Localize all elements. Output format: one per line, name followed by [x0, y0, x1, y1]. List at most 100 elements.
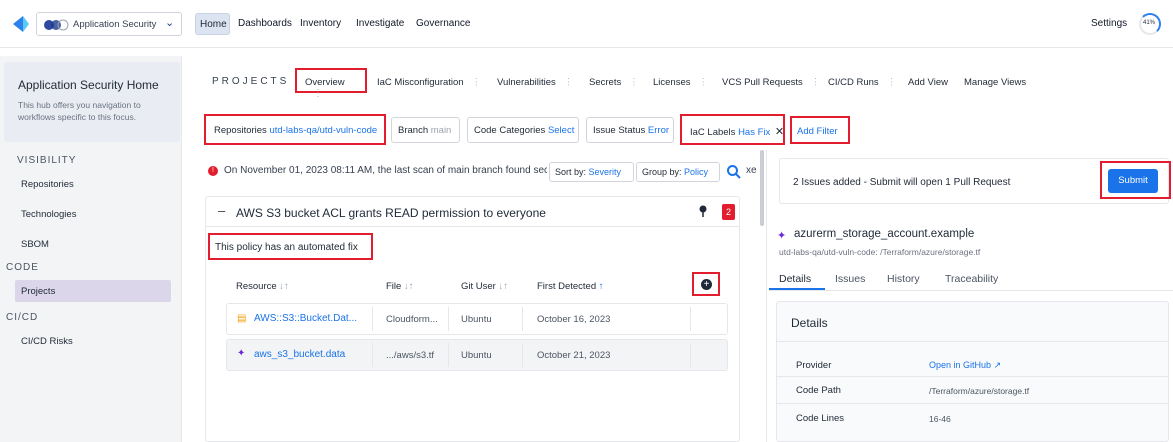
sort-value: Severity [588, 167, 622, 177]
column-header-resource[interactable]: Resource ↓↑ [236, 281, 289, 292]
tab-secrets[interactable]: Secrets ⋮ [589, 77, 639, 88]
tab-iac-misconfiguration[interactable]: IaC Misconfiguration ⋮ [377, 77, 481, 88]
issue-count: 2 [725, 207, 731, 217]
group-dropdown[interactable]: Group by: Policy [636, 162, 720, 182]
tab-licenses-label: Licenses [653, 77, 691, 88]
nav-inventory[interactable]: Inventory [300, 18, 341, 29]
workspace-icon [44, 19, 69, 31]
group-value: Policy [684, 167, 709, 177]
settings-link[interactable]: Settings [1091, 18, 1127, 29]
terraform-icon: ✦ [777, 230, 787, 242]
row-divider [777, 376, 1168, 377]
section-visibility: VISIBILITY [17, 155, 77, 166]
automated-fix-text: This policy has an automated fix [215, 242, 358, 253]
sort-ascending-icon[interactable]: ↑ [596, 281, 604, 292]
filter-iac-labels-label: IaC Labels [690, 127, 736, 138]
tab-vcs-menu-icon[interactable]: ⋮ [811, 77, 821, 88]
tab-cicd-label: CI/CD Runs [828, 77, 879, 88]
tab-cicd-menu-icon[interactable]: ⋮ [887, 77, 897, 88]
nav-investigate[interactable]: Investigate [356, 18, 404, 29]
collapse-icon[interactable]: – [218, 203, 225, 218]
tab-vulnerabilities[interactable]: Vulnerabilities ⋮ [497, 77, 573, 88]
close-icon[interactable]: ✕ [775, 126, 784, 138]
filter-iac-labels[interactable]: IaC Labels Has Fix ✕ [680, 114, 785, 145]
column-header-file-label: File [386, 281, 402, 292]
cell-divider [372, 343, 373, 367]
sidebar-item-projects[interactable]: Projects [15, 280, 171, 302]
column-header-git-user[interactable]: Git User ↓↑ [461, 281, 508, 292]
tab-iac-menu-icon[interactable]: ⋮ [472, 77, 482, 88]
sort-dropdown[interactable]: Sort by: Severity [549, 162, 634, 182]
alert-icon: ! [208, 166, 218, 176]
filter-issue-status[interactable]: Issue Status Error [586, 117, 674, 143]
pane-scrollbar[interactable] [760, 150, 764, 226]
open-in-github-link[interactable]: Open in GitHub ↗ [929, 360, 1001, 371]
tab-vuln-menu-icon[interactable]: ⋮ [564, 77, 574, 88]
row-date: October 21, 2023 [537, 350, 611, 361]
details-divider [777, 341, 1168, 342]
tab-overview[interactable]: Overview ⋮ [295, 68, 367, 99]
tab-history[interactable]: History [887, 273, 920, 285]
row-resource[interactable]: aws_s3_bucket.data [254, 349, 345, 360]
terraform-icon: ✦ [237, 348, 246, 359]
issue-count-badge: 2 [722, 204, 735, 220]
scan-notice: On November 01, 2023 08:11 AM, the last … [224, 165, 547, 179]
cell-divider [522, 343, 523, 367]
open-in-github-label: Open in GitHub [929, 360, 992, 370]
workspace-selector[interactable]: Application Security ⌄ [36, 12, 182, 36]
cell-divider [522, 307, 523, 331]
filter-code-categories[interactable]: Code Categories Select [467, 117, 579, 143]
column-header-git-user-label: Git User [461, 281, 496, 292]
sidebar-item-sbom[interactable]: SBOM [21, 239, 49, 250]
section-cicd: CI/CD [6, 312, 39, 323]
nav-home[interactable]: Home [195, 13, 230, 35]
card-header-divider [206, 226, 739, 227]
tab-vuln-label: Vulnerabilities [497, 77, 556, 88]
manage-views-link[interactable]: Manage Views [964, 77, 1026, 88]
external-link-icon: ↗ [993, 360, 1002, 370]
scan-notice-text: On November 01, 2023 08:11 AM, the last … [224, 165, 547, 176]
resource-path: utd-labs-qa/utd-vuln-code: /Terraform/az… [779, 247, 981, 257]
submit-button[interactable]: Submit [1108, 169, 1158, 193]
sort-icon[interactable]: ↓↑ [401, 281, 414, 292]
add-column-button[interactable]: + [692, 272, 720, 296]
app-logo-icon[interactable] [11, 14, 31, 34]
filter-branch-value: main [430, 125, 452, 136]
detail-key-provider: Provider [796, 360, 832, 371]
column-header-file[interactable]: File ↓↑ [386, 281, 413, 292]
tab-cicd-runs[interactable]: CI/CD Runs ⋮ [828, 77, 896, 88]
nav-dashboards[interactable]: Dashboards [238, 18, 292, 29]
tab-secrets-menu-icon[interactable]: ⋮ [629, 77, 639, 88]
tab-details[interactable]: Details [779, 273, 811, 285]
row-resource[interactable]: AWS::S3::Bucket.Dat... [254, 313, 357, 324]
plus-circle-icon: + [701, 279, 712, 290]
sort-icon[interactable]: ↓↑ [277, 281, 289, 292]
row-file: .../aws/s3.tf [386, 350, 435, 361]
sidebar-item-cicd-risks[interactable]: CI/CD Risks [21, 336, 73, 347]
tab-licenses-menu-icon[interactable]: ⋮ [699, 77, 709, 88]
add-filter-button[interactable]: Add Filter [790, 116, 850, 144]
filter-issue-status-value: Error [647, 125, 670, 136]
sidebar-item-technologies[interactable]: Technologies [21, 209, 76, 220]
tab-licenses[interactable]: Licenses ⋮ [653, 77, 708, 88]
column-header-first-detected[interactable]: First Detected ↑ [537, 281, 604, 292]
add-view-link[interactable]: Add View [908, 77, 948, 88]
filter-repositories[interactable]: Repositories utd-labs-qa/utd-vuln-code [204, 114, 386, 145]
filter-branch[interactable]: Branch main [391, 117, 460, 143]
overview-menu-icon[interactable]: ⋮ [313, 88, 323, 99]
filter-iac-labels-value: Has Fix [738, 127, 771, 138]
cell-divider [448, 343, 449, 367]
sidebar-item-repositories[interactable]: Repositories [21, 179, 74, 190]
tab-issues[interactable]: Issues [835, 273, 865, 285]
tab-vcs-pull-requests[interactable]: VCS Pull Requests ⋮ [722, 77, 820, 88]
tab-traceability[interactable]: Traceability [945, 273, 998, 285]
detail-key-code-path: Code Path [796, 385, 841, 396]
avatar[interactable]: 41% [1139, 13, 1161, 35]
row-file: Cloudform... [386, 314, 438, 325]
nav-governance[interactable]: Governance [416, 18, 470, 29]
sort-icon[interactable]: ↓↑ [496, 281, 508, 292]
add-filter-label: Add Filter [797, 126, 838, 137]
row-divider [777, 403, 1168, 404]
filter-repositories-label: Repositories [214, 125, 267, 136]
search-icon[interactable] [726, 164, 742, 180]
